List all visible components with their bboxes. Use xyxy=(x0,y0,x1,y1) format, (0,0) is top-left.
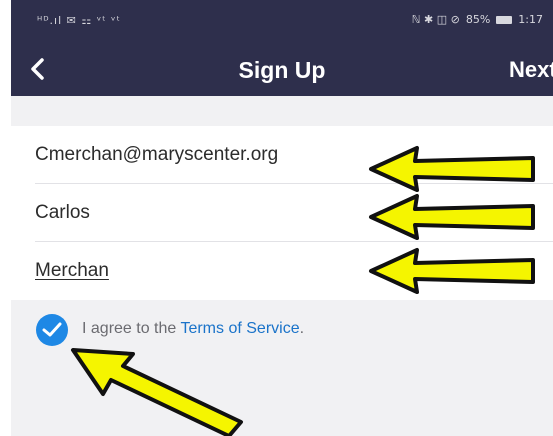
agree-prefix: I agree to the xyxy=(82,320,181,337)
checkmark-icon xyxy=(42,322,62,337)
battery-icon xyxy=(496,15,513,24)
battery-percent: 85% xyxy=(465,13,491,26)
arrow-annotation-email xyxy=(369,146,535,192)
header-bar: Sign Up Next xyxy=(11,44,553,96)
arrow-annotation-checkbox xyxy=(71,348,243,436)
terms-of-service-link[interactable]: Terms of Service xyxy=(180,320,299,337)
arrow-annotation-last-name xyxy=(369,248,535,294)
page-title: Sign Up xyxy=(238,57,326,83)
last-name-value: Merchan xyxy=(35,260,109,281)
agree-text: I agree to the Terms of Service. xyxy=(82,320,304,338)
clock: 1:17 xyxy=(518,13,543,26)
agree-suffix: . xyxy=(299,320,305,337)
next-button[interactable]: Next xyxy=(509,57,553,83)
status-bar: ᴴᴰ.ıl ✉ ⚏ ᵛᵗ ᵛᵗ ℕ ✱ ◫ ⊘ 85% 1:17 xyxy=(11,0,553,44)
signal-indicators: ᴴᴰ.ıl ✉ ⚏ ᵛᵗ ᵛᵗ xyxy=(37,14,121,27)
system-icons: ℕ ✱ ◫ ⊘ xyxy=(411,13,460,26)
phone-screen: ᴴᴰ.ıl ✉ ⚏ ᵛᵗ ᵛᵗ ℕ ✱ ◫ ⊘ 85% 1:17 Sign Up… xyxy=(11,0,553,436)
status-right: ℕ ✱ ◫ ⊘ 85% 1:17 xyxy=(412,13,543,26)
arrow-annotation-first-name xyxy=(369,194,535,240)
